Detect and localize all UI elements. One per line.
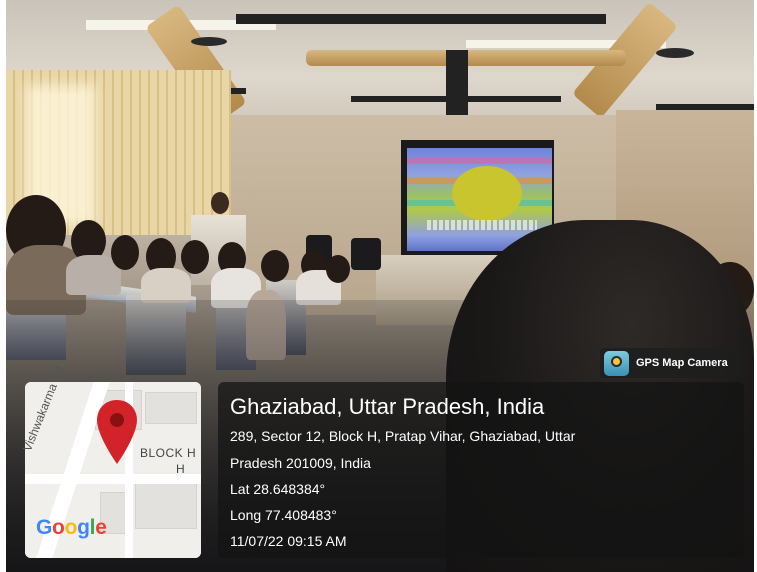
badge-label: GPS Map Camera bbox=[636, 357, 728, 369]
student bbox=[111, 235, 139, 270]
map-block bbox=[145, 392, 197, 424]
map-pin-icon bbox=[97, 400, 137, 464]
student bbox=[141, 268, 191, 303]
projector bbox=[446, 50, 468, 115]
ceiling-vent bbox=[656, 48, 694, 58]
map-road bbox=[25, 474, 201, 484]
datetime: 11/07/22 09:15 AM bbox=[230, 533, 347, 549]
screen-text bbox=[427, 220, 537, 230]
student bbox=[326, 255, 350, 283]
address-line-1: 289, Sector 12, Block H, Pratap Vihar, G… bbox=[230, 428, 576, 444]
camera-lens bbox=[611, 356, 622, 367]
speaker bbox=[211, 192, 229, 214]
photo-frame: GPS Map Camera Vishwakarma Rd BLOCK H H … bbox=[0, 0, 757, 572]
address-line-2: Pradesh 201009, India bbox=[230, 455, 371, 471]
screen-stripe bbox=[407, 158, 552, 164]
latitude: Lat 28.648384° bbox=[230, 481, 326, 497]
block-label: H bbox=[176, 462, 186, 476]
ceiling-rail bbox=[236, 14, 606, 24]
ceiling-vent bbox=[191, 37, 227, 46]
map-block bbox=[135, 482, 197, 529]
student bbox=[181, 240, 209, 274]
longitude: Long 77.408483° bbox=[230, 507, 337, 523]
student bbox=[261, 250, 289, 282]
block-label: BLOCK H bbox=[140, 446, 197, 460]
screen-graphic bbox=[452, 166, 522, 221]
location-title: Ghaziabad, Uttar Pradesh, India bbox=[230, 394, 545, 419]
google-logo: Google bbox=[36, 516, 107, 539]
chair bbox=[351, 238, 381, 270]
